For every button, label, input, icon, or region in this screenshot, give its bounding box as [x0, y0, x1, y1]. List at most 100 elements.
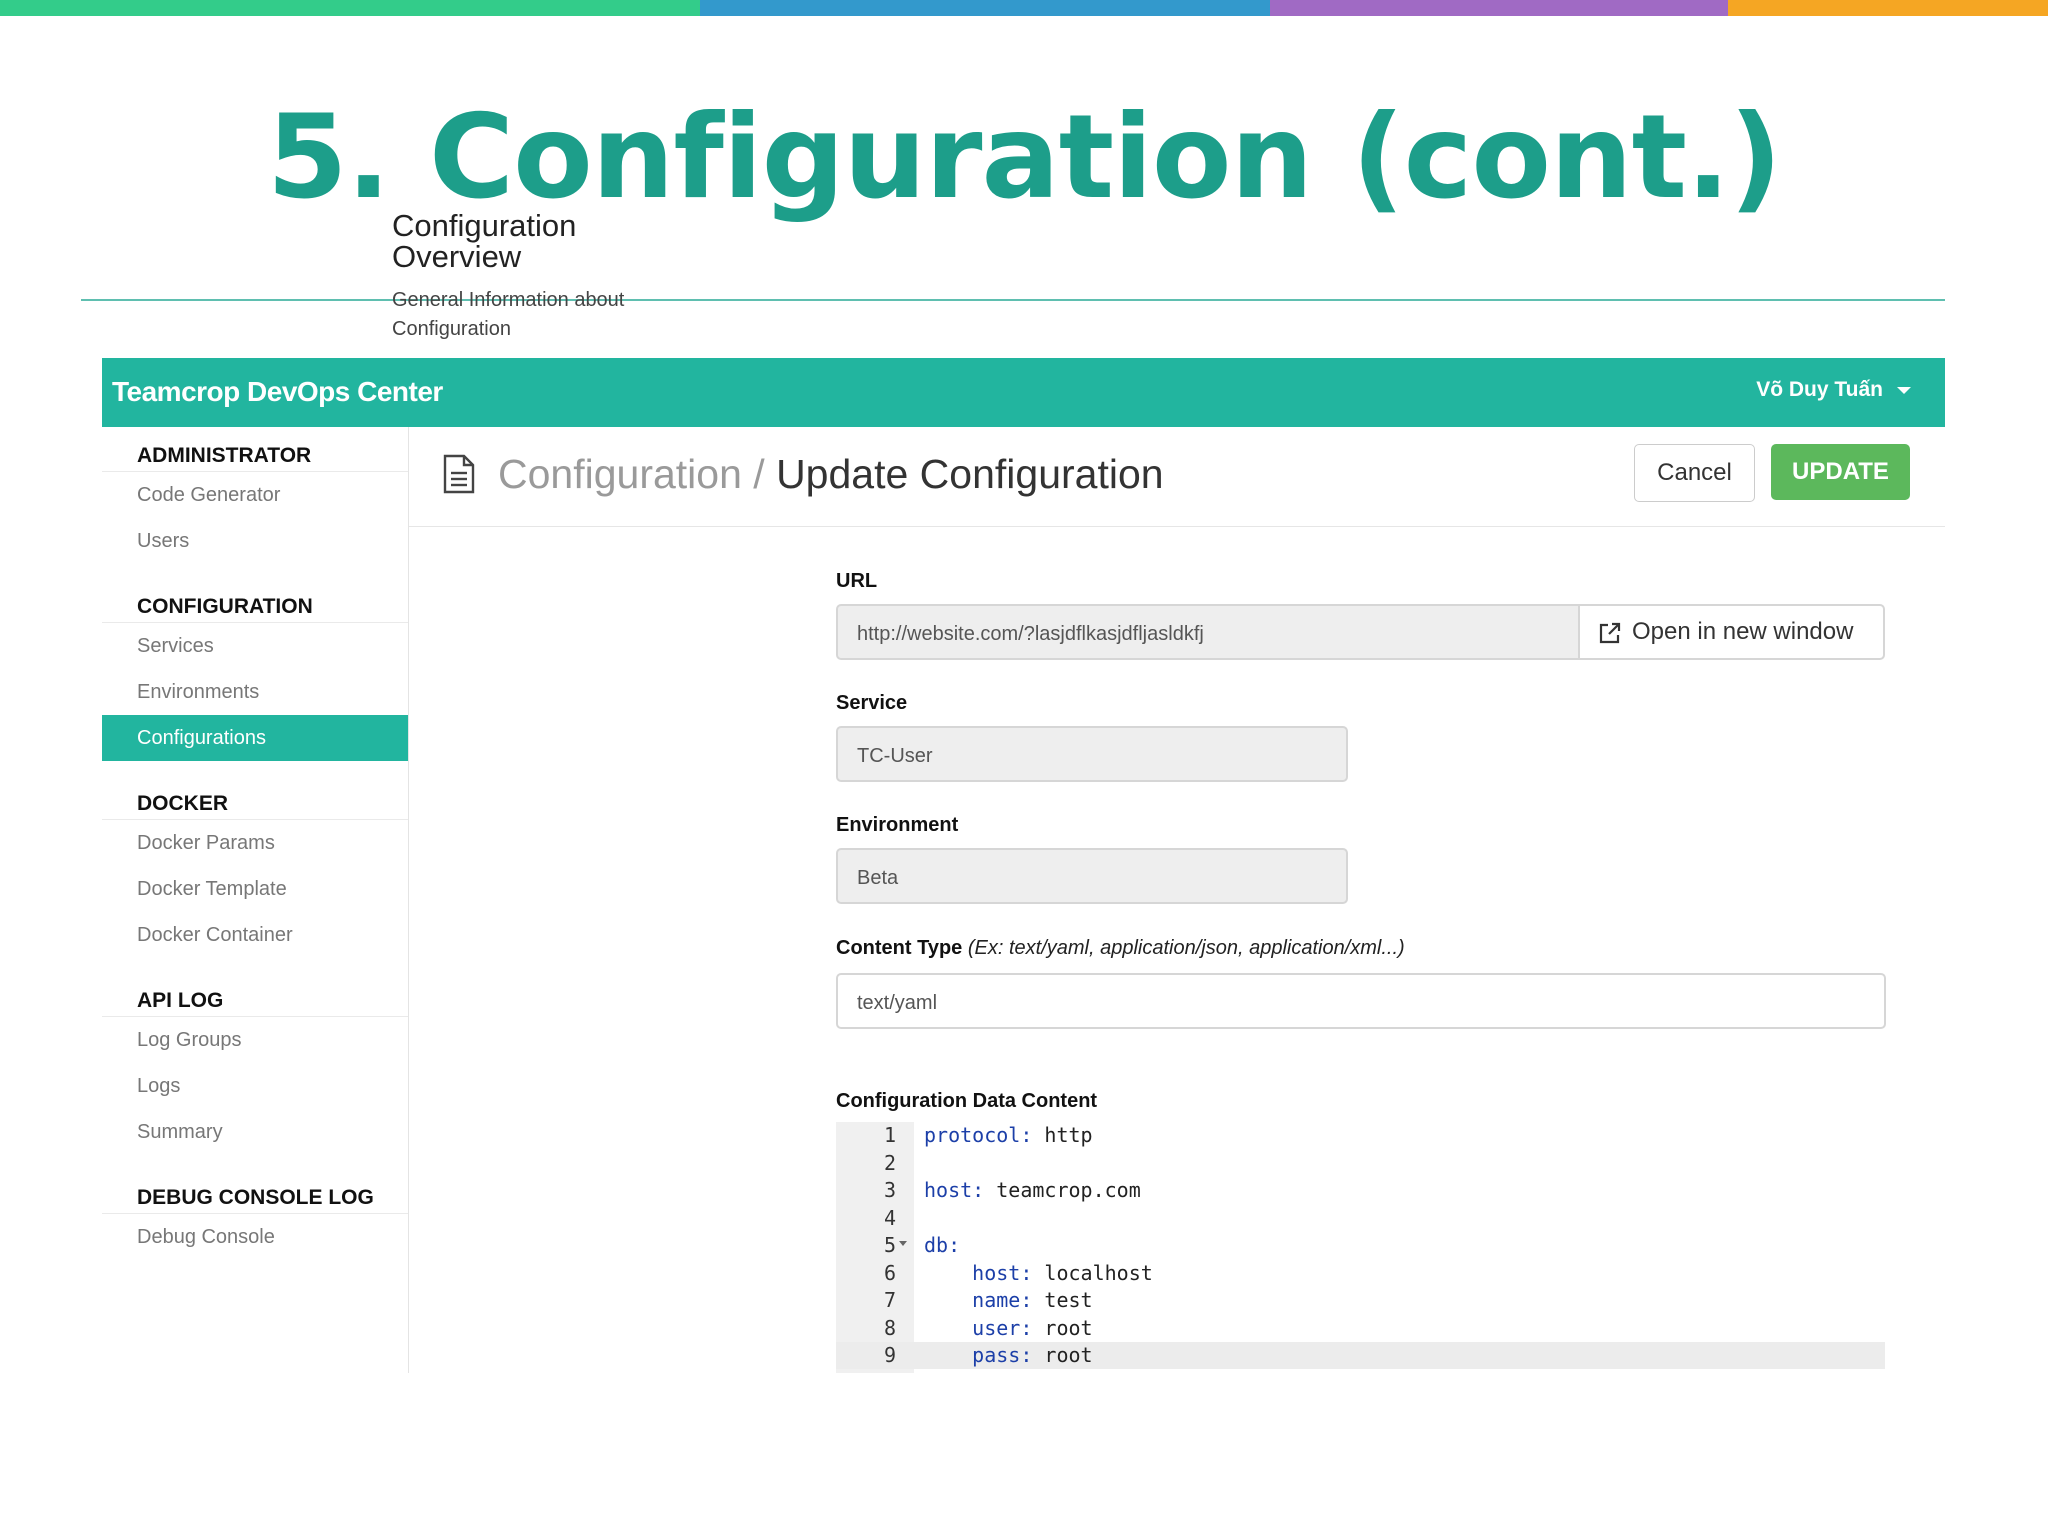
content-type-field[interactable]: text/yaml [836, 973, 1886, 1029]
code-value: http [1032, 1123, 1093, 1147]
sidebar-item-docker-template[interactable]: Docker Template [102, 866, 408, 912]
code-key: host: [972, 1260, 1033, 1285]
code-key: protocol: [924, 1123, 1033, 1147]
environment-label: Environment [836, 814, 959, 836]
sidebar-section-title: DOCKER [102, 775, 408, 820]
caret-down-icon [1897, 386, 1911, 394]
color-bar-segment-blue [700, 0, 1270, 16]
line-number: 8 [883, 1315, 896, 1340]
code-text: user: root [924, 1315, 1093, 1340]
open-new-window-label: Open in new window [1632, 618, 1854, 645]
code-line[interactable]: 6 host: localhost [836, 1260, 1885, 1287]
code-line[interactable]: 1 protocol: http [836, 1122, 1885, 1149]
code-value: root [1032, 1343, 1093, 1367]
breadcrumb-parent[interactable]: Configuration [498, 451, 742, 497]
sidebar-item-docker-container[interactable]: Docker Container [102, 912, 408, 958]
breadcrumb-separator: / [741, 451, 777, 497]
code-text: name: test [924, 1288, 1093, 1312]
data-content-label: Configuration Data Content [836, 1090, 1098, 1112]
sidebar-item-users[interactable]: Users [102, 518, 408, 564]
code-value: localhost [1032, 1260, 1153, 1285]
overview-description: General Information about Configuration [392, 289, 625, 340]
code-line[interactable]: 2 [836, 1150, 1885, 1177]
top-navbar: Teamcrop DevOps Center Võ Duy Tuấn [102, 358, 1945, 427]
code-text: pass: root [924, 1343, 1093, 1367]
url-label: URL [836, 570, 878, 592]
overview-title: Configuration Overview [392, 208, 577, 274]
sidebar-item-services[interactable]: Services [102, 623, 408, 669]
user-name: Võ Duy Tuấn [1756, 378, 1883, 401]
code-line[interactable]: 5 db: [836, 1232, 1885, 1259]
sidebar-section-title: CONFIGURATION [102, 578, 408, 623]
code-editor[interactable]: 1 protocol: http 2 3 host: teamcrop.com 4 5 db:… [836, 1122, 1885, 1373]
content-type-label: Content Type (Ex: text/yaml, application… [836, 937, 1405, 960]
sidebar-item-logs[interactable]: Logs [102, 1063, 408, 1109]
sidebar-section-title: DEBUG CONSOLE LOG [102, 1169, 408, 1214]
sidebar-item-debug-console[interactable]: Debug Console [102, 1214, 408, 1260]
sidebar-section-configuration: CONFIGURATION Services Environments Conf… [102, 578, 408, 761]
code-line[interactable]: 8 user: root [836, 1315, 1885, 1342]
code-line[interactable]: 9 pass: root [836, 1342, 1885, 1369]
line-number: 2 [883, 1150, 896, 1175]
sidebar-section-docker: DOCKER Docker Params Docker Template Doc… [102, 775, 408, 958]
code-value: teamcrop.com [984, 1178, 1141, 1202]
code-key: user: [972, 1315, 1033, 1340]
code-text: protocol: http [924, 1123, 1093, 1147]
sidebar-item-docker-params[interactable]: Docker Params [102, 820, 408, 866]
sidebar-section-title: API LOG [102, 972, 408, 1017]
environment-field[interactable]: Beta [836, 848, 1348, 904]
code-value: test [1032, 1288, 1093, 1312]
code-text: host: localhost [924, 1261, 1153, 1285]
sidebar-section-api-log: API LOG Log Groups Logs Summary [102, 972, 408, 1155]
update-button[interactable]: UPDATE [1771, 444, 1910, 500]
breadcrumb-current: Update Configuration [776, 451, 1164, 497]
code-key: name: [972, 1288, 1033, 1312]
sidebar-item-environments[interactable]: Environments [102, 669, 408, 715]
sidebar: ADMINISTRATOR Code Generator Users CONFI… [102, 427, 409, 1373]
slide-title: 5. Configuration (cont.) [266, 90, 1782, 225]
title-divider [81, 299, 1945, 301]
user-menu[interactable]: Võ Duy Tuấn [1756, 378, 1911, 402]
fold-caret-icon[interactable] [899, 1241, 907, 1246]
code-line[interactable]: 7 name: test [836, 1287, 1885, 1314]
content-type-hint: (Ex: text/yaml, application/json, applic… [967, 937, 1405, 959]
line-number: 4 [883, 1205, 896, 1230]
content-type-label-text: Content Type [836, 937, 963, 959]
sidebar-section-title: ADMINISTRATOR [102, 427, 408, 472]
service-field[interactable]: TC-User [836, 726, 1348, 782]
sidebar-item-configurations[interactable]: Configurations [102, 715, 408, 761]
code-key: pass: [972, 1343, 1033, 1367]
code-key: host: [924, 1178, 985, 1202]
sidebar-item-summary[interactable]: Summary [102, 1109, 408, 1155]
color-bar-segment-green [0, 0, 700, 16]
document-icon [443, 454, 475, 494]
code-value: root [1032, 1315, 1093, 1340]
code-text: db: [924, 1233, 960, 1257]
code-line[interactable]: 3 host: teamcrop.com [836, 1177, 1885, 1204]
breadcrumb: Configuration / Update Configuration [498, 451, 1164, 498]
sidebar-section-administrator: ADMINISTRATOR Code Generator Users [102, 427, 408, 564]
line-number: 3 [883, 1178, 896, 1202]
slide-top-color-bar [0, 0, 2048, 16]
line-number: 5 [883, 1233, 896, 1257]
code-text: host: teamcrop.com [924, 1178, 1141, 1202]
color-bar-segment-orange [1728, 0, 2048, 16]
sidebar-item-log-groups[interactable]: Log Groups [102, 1017, 408, 1063]
line-number: 7 [883, 1288, 896, 1312]
color-bar-segment-purple [1270, 0, 1728, 16]
external-link-icon [1599, 622, 1621, 643]
line-number: 6 [883, 1260, 896, 1285]
brand-name[interactable]: Teamcrop DevOps Center [112, 376, 443, 408]
page-header: Configuration / Update Configuration Can… [409, 427, 1945, 527]
cancel-button[interactable]: Cancel [1634, 444, 1755, 502]
open-new-window-button[interactable]: Open in new window [1579, 604, 1885, 660]
sidebar-section-debug-console-log: DEBUG CONSOLE LOG Debug Console [102, 1169, 408, 1260]
sidebar-item-code-generator[interactable]: Code Generator [102, 472, 408, 518]
service-label: Service [836, 692, 908, 714]
code-line[interactable]: 4 [836, 1205, 1885, 1232]
url-field[interactable]: http://website.com/?lasjdflkasjdfljasldk… [836, 604, 1580, 660]
